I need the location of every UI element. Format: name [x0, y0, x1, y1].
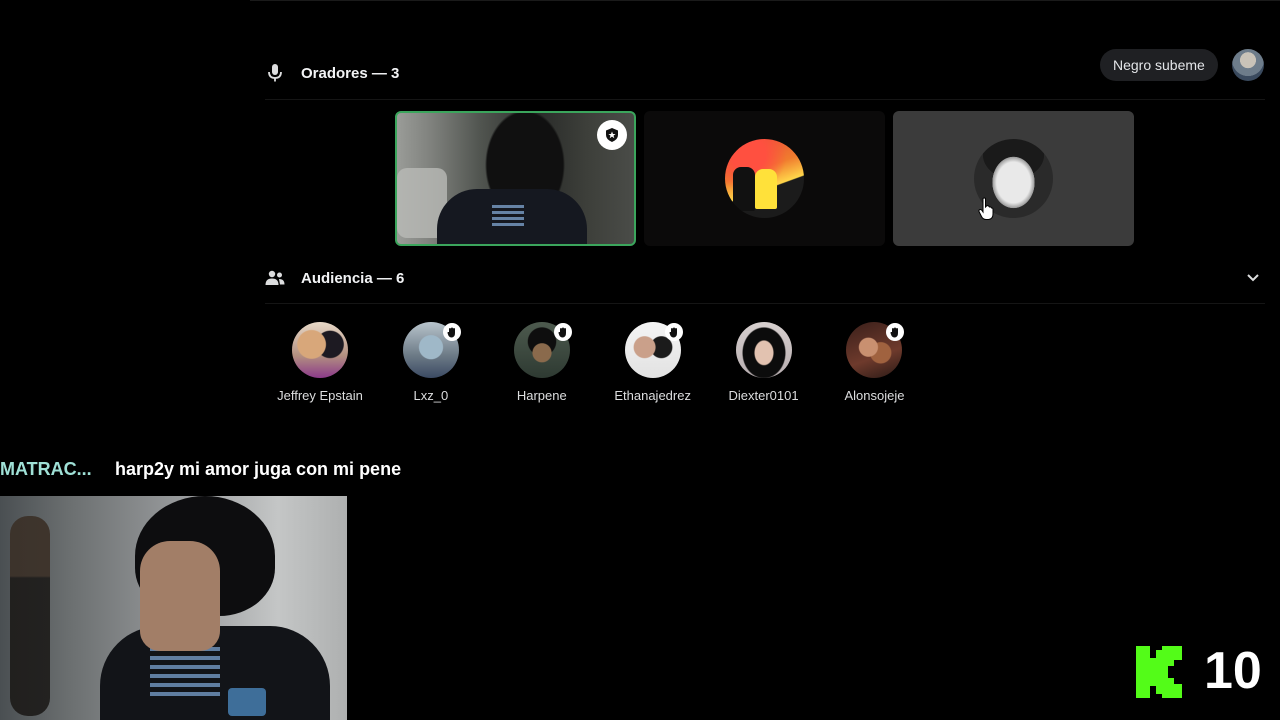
- audience-member[interactable]: Jeffrey Epstain: [270, 322, 370, 403]
- video-shirt-print: [492, 202, 524, 226]
- people-icon: [265, 268, 285, 288]
- raised-hand-icon: [442, 323, 461, 341]
- avatar: [292, 322, 348, 378]
- avatar: [725, 139, 804, 218]
- webcam-overlay: [0, 496, 347, 720]
- audience-name: Harpene: [516, 388, 567, 403]
- speakers-label: Oradores — 3: [301, 64, 400, 82]
- audience-member[interactable]: Ethanajedrez: [603, 322, 703, 403]
- speakers-divider: [265, 99, 1265, 100]
- speaker-tile-3[interactable]: [893, 111, 1134, 246]
- audience-member[interactable]: Diexter0101: [714, 322, 814, 403]
- hand-cursor-icon: [978, 197, 994, 220]
- audience-name: Lxz_0: [413, 388, 449, 403]
- audience-divider: [265, 303, 1265, 304]
- raised-hand-icon: [886, 323, 905, 341]
- user-chip-label: Negro subeme: [1113, 57, 1205, 73]
- kick-logo-icon: [1136, 646, 1182, 698]
- audience-name: Alonsojeje: [844, 388, 905, 403]
- moderator-icon: [597, 120, 627, 150]
- avatar[interactable]: [1232, 49, 1264, 81]
- speaker-tile-2[interactable]: [644, 111, 885, 246]
- user-chip[interactable]: Negro subeme: [1100, 49, 1218, 81]
- audience-header: Audiencia — 6: [265, 268, 404, 288]
- microphone-icon: [265, 63, 285, 83]
- audience-name: Diexter0101: [728, 388, 799, 403]
- speakers-header: Oradores — 3: [265, 63, 399, 83]
- audience-member[interactable]: Lxz_0: [381, 322, 481, 403]
- raised-hand-icon: [664, 323, 683, 341]
- raised-hand-icon: [553, 323, 572, 341]
- speaker-tile-1[interactable]: [395, 111, 636, 246]
- chevron-down-icon[interactable]: [1246, 273, 1260, 283]
- chat-username: MATRAC...: [0, 459, 92, 479]
- top-divider: [250, 0, 1280, 1]
- audience-label: Audiencia — 6: [301, 269, 405, 287]
- audience-name: Jeffrey Epstain: [277, 388, 363, 403]
- chat-message: harp2y mi amor juga con mi pene: [115, 459, 402, 479]
- audience-member[interactable]: Harpene: [492, 322, 592, 403]
- audience-name: Ethanajedrez: [614, 388, 691, 403]
- avatar: [735, 322, 792, 378]
- audience-list: Jeffrey Epstain Lxz_0 Harpene Ethanajedr…: [270, 322, 935, 403]
- audience-member[interactable]: Alonsojeje: [824, 322, 924, 403]
- viewer-count: 10: [1204, 642, 1262, 700]
